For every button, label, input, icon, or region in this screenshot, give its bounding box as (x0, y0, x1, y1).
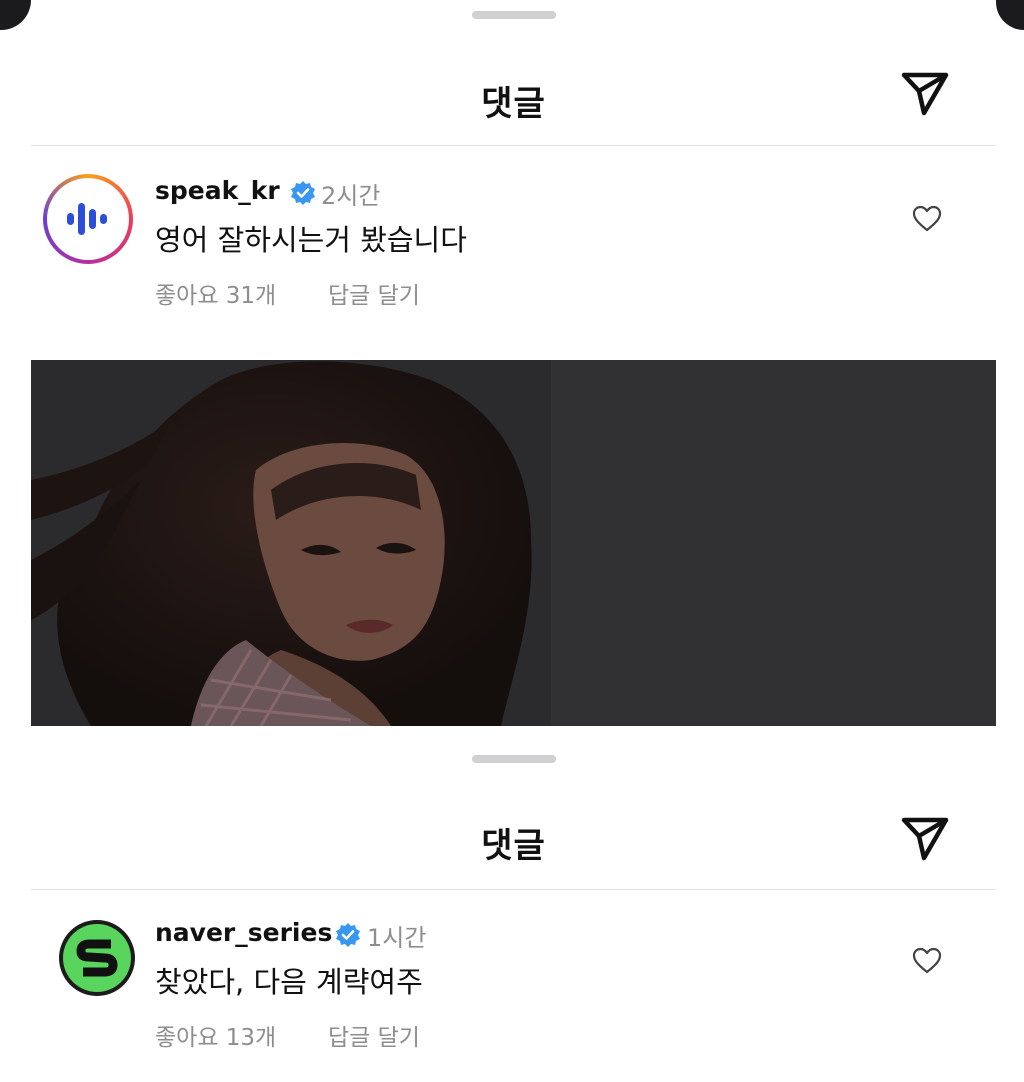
verified-badge-icon (291, 181, 315, 205)
drag-handle[interactable] (471, 755, 556, 763)
portrait-image (31, 360, 996, 726)
avatar[interactable] (59, 920, 135, 996)
audio-wave-icon (67, 203, 107, 235)
paper-plane-icon[interactable] (897, 66, 951, 120)
comments-sheet-top: 댓글 speak_kr 2시간 영어 잘하시는거 봤습니다 좋아요 31개 답글… (0, 0, 1024, 360)
sheet-title: 댓글 (481, 84, 546, 124)
heart-icon[interactable] (911, 945, 943, 977)
series-s-logo-icon (76, 939, 118, 977)
divider (31, 145, 996, 146)
comment-username[interactable]: speak_kr (155, 176, 280, 205)
paper-plane-icon[interactable] (897, 811, 951, 865)
avatar[interactable] (43, 174, 133, 264)
sheet-title: 댓글 (481, 826, 546, 866)
comment-time: 2시간 (321, 182, 381, 210)
likes-count[interactable]: 좋아요 31개 (155, 276, 276, 310)
comment-text: 영어 잘하시는거 봤습니다 (155, 223, 467, 257)
likes-count[interactable]: 좋아요 13개 (155, 1018, 276, 1052)
reply-button[interactable]: 답글 달기 (328, 1018, 420, 1052)
post-photo (31, 360, 996, 726)
divider (31, 889, 996, 890)
margin-left (0, 360, 31, 1072)
drag-handle[interactable] (471, 11, 556, 19)
comment-username[interactable]: naver_series (155, 918, 332, 947)
comment-text: 찾았다, 다음 계략여주 (155, 965, 423, 999)
margin-right (996, 360, 1024, 1072)
heart-icon[interactable] (911, 203, 943, 235)
comments-sheet-bottom: 댓글 naver_series 1시간 찾았다, 다음 계략여주 좋아요 13개… (31, 726, 996, 1072)
comment-time: 1시간 (367, 924, 427, 952)
comment-item: naver_series 1시간 찾았다, 다음 계략여주 좋아요 13개 답글… (31, 912, 996, 1082)
verified-badge-icon (336, 923, 360, 947)
reply-button[interactable]: 답글 달기 (328, 276, 420, 310)
comment-item: speak_kr 2시간 영어 잘하시는거 봤습니다 좋아요 31개 답글 달기 (31, 170, 996, 340)
